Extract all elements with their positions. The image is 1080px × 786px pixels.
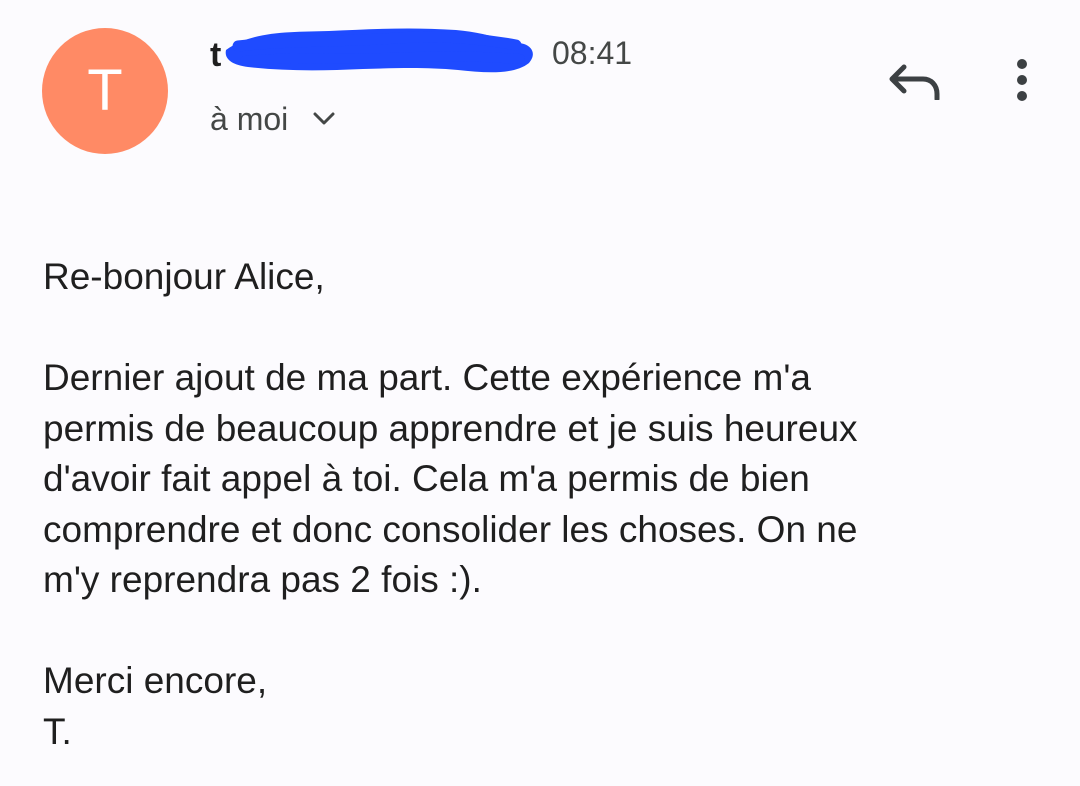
message-closing: Merci encore, <box>43 660 268 701</box>
message-paragraph: Dernier ajout de ma part. Cette expérien… <box>43 353 1053 606</box>
more-options-button[interactable] <box>1000 54 1044 110</box>
more-vert-icon <box>1014 57 1030 108</box>
redaction-scribble <box>225 28 533 73</box>
message-line: Dernier ajout de ma part. Cette expérien… <box>43 357 812 398</box>
message-body: Re-bonjour Alice, Dernier ajout de ma pa… <box>43 252 1053 757</box>
email-header: T t 08:41 à moi <box>0 0 1080 180</box>
reply-icon <box>888 58 942 105</box>
avatar-letter: T <box>87 58 123 123</box>
recipient-label: à moi <box>210 100 289 137</box>
message-greeting: Re-bonjour Alice, <box>43 256 325 297</box>
message-line: d'avoir fait appel à toi. Cela m'a permi… <box>43 458 810 499</box>
reply-button[interactable] <box>884 55 946 107</box>
message-signature: T. <box>43 710 72 752</box>
message-time: 08:41 <box>552 35 633 71</box>
sender-avatar[interactable]: T <box>42 28 168 154</box>
message-line: comprendre et donc consolider les choses… <box>43 508 858 550</box>
chevron-down-icon <box>310 105 338 133</box>
recipient-details-toggle[interactable]: à moi <box>210 98 338 140</box>
message-line: permis de beaucoup apprendre et je suis … <box>43 407 858 449</box>
message-line: m'y reprendra pas 2 fois :). <box>43 559 482 600</box>
